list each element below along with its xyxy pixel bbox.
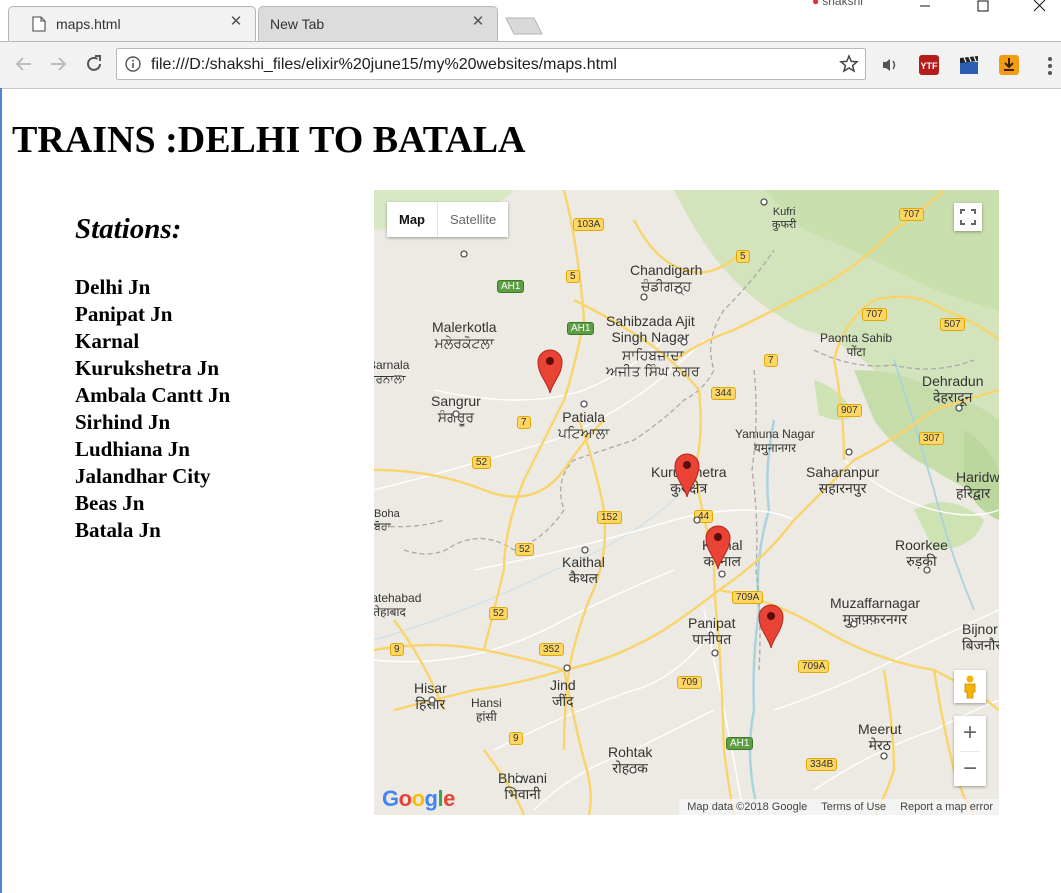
station-marker-icon[interactable] — [673, 451, 701, 499]
tab-title: New Tab — [270, 16, 325, 32]
station-list: Delhi Jn Panipat Jn Karnal Kurukshetra J… — [75, 274, 230, 544]
browser-toolbar: file:///D:/shakshi_files/elixir%20june15… — [0, 42, 1061, 89]
google-map[interactable]: Chandigarh ਚੰਡੀਗੜ੍ਹ Sahibzada Ajit Singh N… — [374, 190, 999, 815]
station-item: Ludhiana Jn — [75, 437, 190, 461]
address-bar[interactable]: file:///D:/shakshi_files/elixir%20june15… — [116, 48, 866, 80]
download-icon[interactable] — [998, 54, 1020, 76]
tab-title: maps.html — [56, 16, 121, 32]
map-type-map-button[interactable]: Map — [387, 202, 438, 237]
page-title: TRAINS :DELHI TO BATALA — [12, 119, 526, 161]
map-attribution: Map data ©2018 Google Terms of Use Repor… — [679, 799, 999, 815]
new-tab-button[interactable] — [504, 17, 544, 35]
tab-new-tab[interactable]: New Tab ✕ — [258, 6, 498, 42]
station-item: Sirhind Jn — [75, 410, 171, 434]
stations-heading: Stations: — [75, 213, 182, 245]
report-error-link[interactable]: Report a map error — [900, 799, 993, 815]
ytf-icon[interactable]: YTF — [918, 54, 940, 76]
pegman-icon[interactable] — [954, 670, 986, 703]
info-icon[interactable] — [125, 56, 141, 72]
video-clapper-icon[interactable] — [958, 54, 980, 76]
close-tab-icon[interactable]: ✕ — [470, 14, 486, 30]
terms-of-use-link[interactable]: Terms of Use — [821, 799, 886, 815]
menu-dots-icon[interactable] — [1040, 55, 1060, 77]
close-window-button[interactable] — [1015, 0, 1061, 20]
title-bar: maps.html ✕ New Tab ✕ ● shakshi — [0, 0, 1061, 42]
station-item: Ambala Cantt Jn — [75, 383, 231, 407]
close-tab-icon[interactable]: ✕ — [228, 14, 244, 30]
audio-icon[interactable] — [878, 54, 900, 76]
station-item: Panipat Jn — [75, 302, 173, 326]
station-item: Delhi Jn — [75, 275, 151, 299]
window-edge — [0, 88, 2, 893]
reload-icon[interactable] — [82, 52, 106, 76]
google-logo[interactable]: Google — [382, 786, 455, 812]
zoom-in-button[interactable]: + — [954, 716, 986, 750]
station-item: Jalandhar City — [75, 464, 211, 488]
maximize-button[interactable] — [960, 0, 1006, 20]
url-text: file:///D:/shakshi_files/elixir%20june15… — [151, 56, 617, 73]
minimize-button[interactable] — [902, 0, 948, 20]
station-item: Kurukshetra Jn — [75, 356, 220, 380]
bookmark-star-icon[interactable] — [839, 54, 859, 74]
zoom-out-button[interactable]: − — [954, 752, 986, 786]
user-icon: ● — [812, 0, 820, 8]
document-icon — [32, 16, 46, 32]
profile-name: shakshi — [822, 0, 863, 8]
zoom-control: + − — [954, 716, 986, 786]
station-item: Karnal — [75, 329, 140, 353]
map-type-control: Map Satellite — [387, 202, 509, 237]
map-type-satellite-button[interactable]: Satellite — [438, 202, 508, 237]
profile-badge[interactable]: ● shakshi — [812, 0, 863, 8]
station-item: Beas Jn — [75, 491, 145, 515]
tab-maps[interactable]: maps.html ✕ — [8, 6, 256, 42]
fullscreen-icon[interactable] — [954, 203, 982, 231]
forward-arrow-icon[interactable] — [46, 52, 70, 76]
map-data-credit: Map data ©2018 Google — [687, 801, 808, 813]
station-marker-icon[interactable] — [757, 602, 785, 650]
city-dots — [428, 198, 963, 783]
svg-text:YTF: YTF — [921, 61, 939, 71]
station-marker-icon[interactable] — [536, 347, 564, 395]
back-arrow-icon[interactable] — [12, 52, 36, 76]
station-marker-icon[interactable] — [704, 523, 732, 571]
station-item: Batala Jn — [75, 518, 161, 542]
